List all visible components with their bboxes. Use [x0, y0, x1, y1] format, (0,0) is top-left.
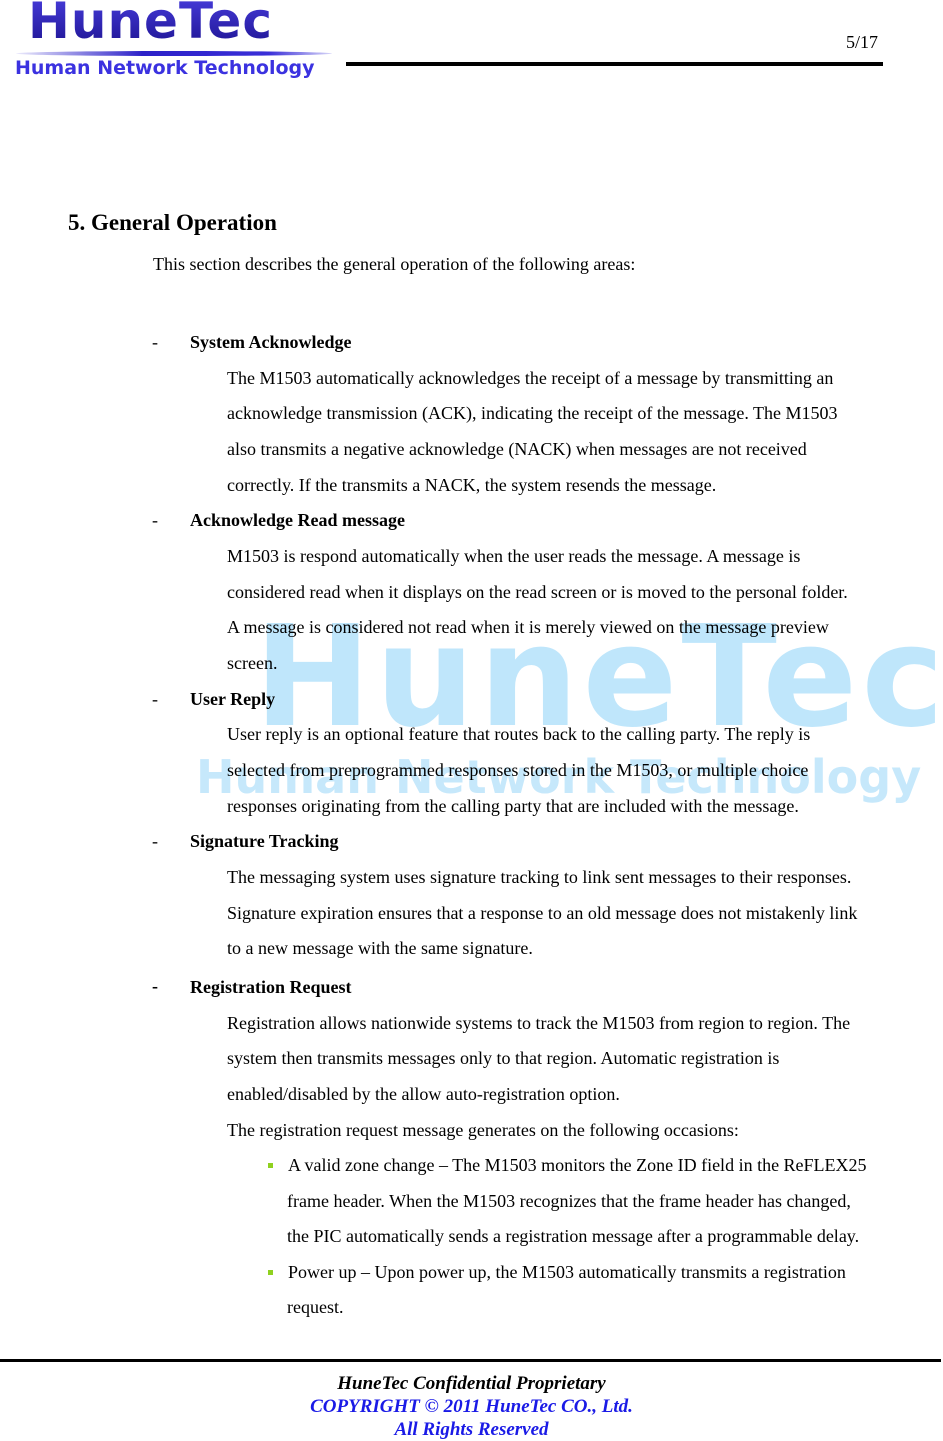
logo-swoosh	[16, 51, 332, 56]
item-title-acknowledge-read-message: Acknowledge Read message	[190, 510, 405, 530]
paragraph-line: system then transmits messages only to t…	[227, 1048, 780, 1068]
paragraph-line: User reply is an optional feature that r…	[227, 724, 811, 744]
paragraph-line: The M1503 automatically acknowledges the…	[227, 368, 834, 388]
paragraph-line: A message is considered not read when it…	[227, 617, 829, 637]
item-title-signature-tracking: Signature Tracking	[190, 831, 339, 851]
square-bullet-icon	[268, 1163, 273, 1168]
item-dash: -	[152, 831, 158, 851]
item-dash: -	[152, 510, 158, 530]
item-title-system-acknowledge: System Acknowledge	[190, 332, 352, 352]
page-number: 5/17	[846, 32, 879, 52]
paragraph-line: responses originating from the calling p…	[227, 796, 799, 816]
bullet-line: Power up – Upon power up, the M1503 auto…	[288, 1262, 846, 1282]
square-bullet-icon	[268, 1270, 273, 1275]
paragraph-line: screen.	[227, 653, 278, 673]
header-divider	[346, 62, 883, 66]
paragraph-line: M1503 is respond automatically when the …	[227, 546, 801, 566]
paragraph-line: enabled/disabled by the allow auto-regis…	[227, 1084, 620, 1104]
bullet-line: frame header. When the M1503 recognizes …	[287, 1191, 851, 1211]
item-dash: -	[152, 689, 158, 709]
paragraph-line: considered read when it displays on the …	[227, 582, 848, 602]
paragraph-line: Registration allows nationwide systems t…	[227, 1013, 851, 1033]
bullet-line: A valid zone change – The M1503 monitors…	[288, 1155, 867, 1175]
paragraph-line: also transmits a negative acknowledge (N…	[227, 439, 807, 459]
item-dash: -	[152, 976, 158, 996]
paragraph-line: correctly. If the transmits a NACK, the …	[227, 475, 717, 495]
paragraph-line: The messaging system uses signature trac…	[227, 867, 852, 887]
footer-copyright: COPYRIGHT © 2011 HuneTec CO., Ltd.	[310, 1396, 633, 1417]
footer-confidential: HuneTec Confidential Proprietary	[337, 1373, 606, 1394]
bullet-line: the PIC automatically sends a registrati…	[287, 1226, 860, 1246]
item-title-registration-request: Registration Request	[190, 977, 352, 997]
logo-tagline: Human Network Technology	[15, 57, 315, 79]
paragraph-line: to a new message with the same signature…	[227, 938, 533, 958]
bullet-line: request.	[287, 1297, 344, 1317]
footer-rights: All Rights Reserved	[394, 1419, 549, 1440]
footer: HuneTec Confidential Proprietary COPYRIG…	[0, 1372, 943, 1441]
paragraph-line: The registration request message generat…	[227, 1120, 739, 1140]
paragraph-line: selected from preprogrammed responses st…	[227, 760, 809, 780]
section-heading: 5. General Operation	[68, 210, 277, 235]
logo-wordmark: HuneTec	[28, 0, 273, 50]
item-title-user-reply: User Reply	[190, 689, 276, 709]
item-dash: -	[152, 332, 158, 352]
paragraph-line: acknowledge transmission (ACK), indicati…	[227, 403, 838, 423]
paragraph-line: Signature expiration ensures that a resp…	[227, 903, 858, 923]
section-intro: This section describes the general opera…	[153, 254, 636, 274]
hunetec-logo: HuneTec Human Network Technology	[12, 0, 332, 88]
footer-divider	[0, 1359, 941, 1362]
